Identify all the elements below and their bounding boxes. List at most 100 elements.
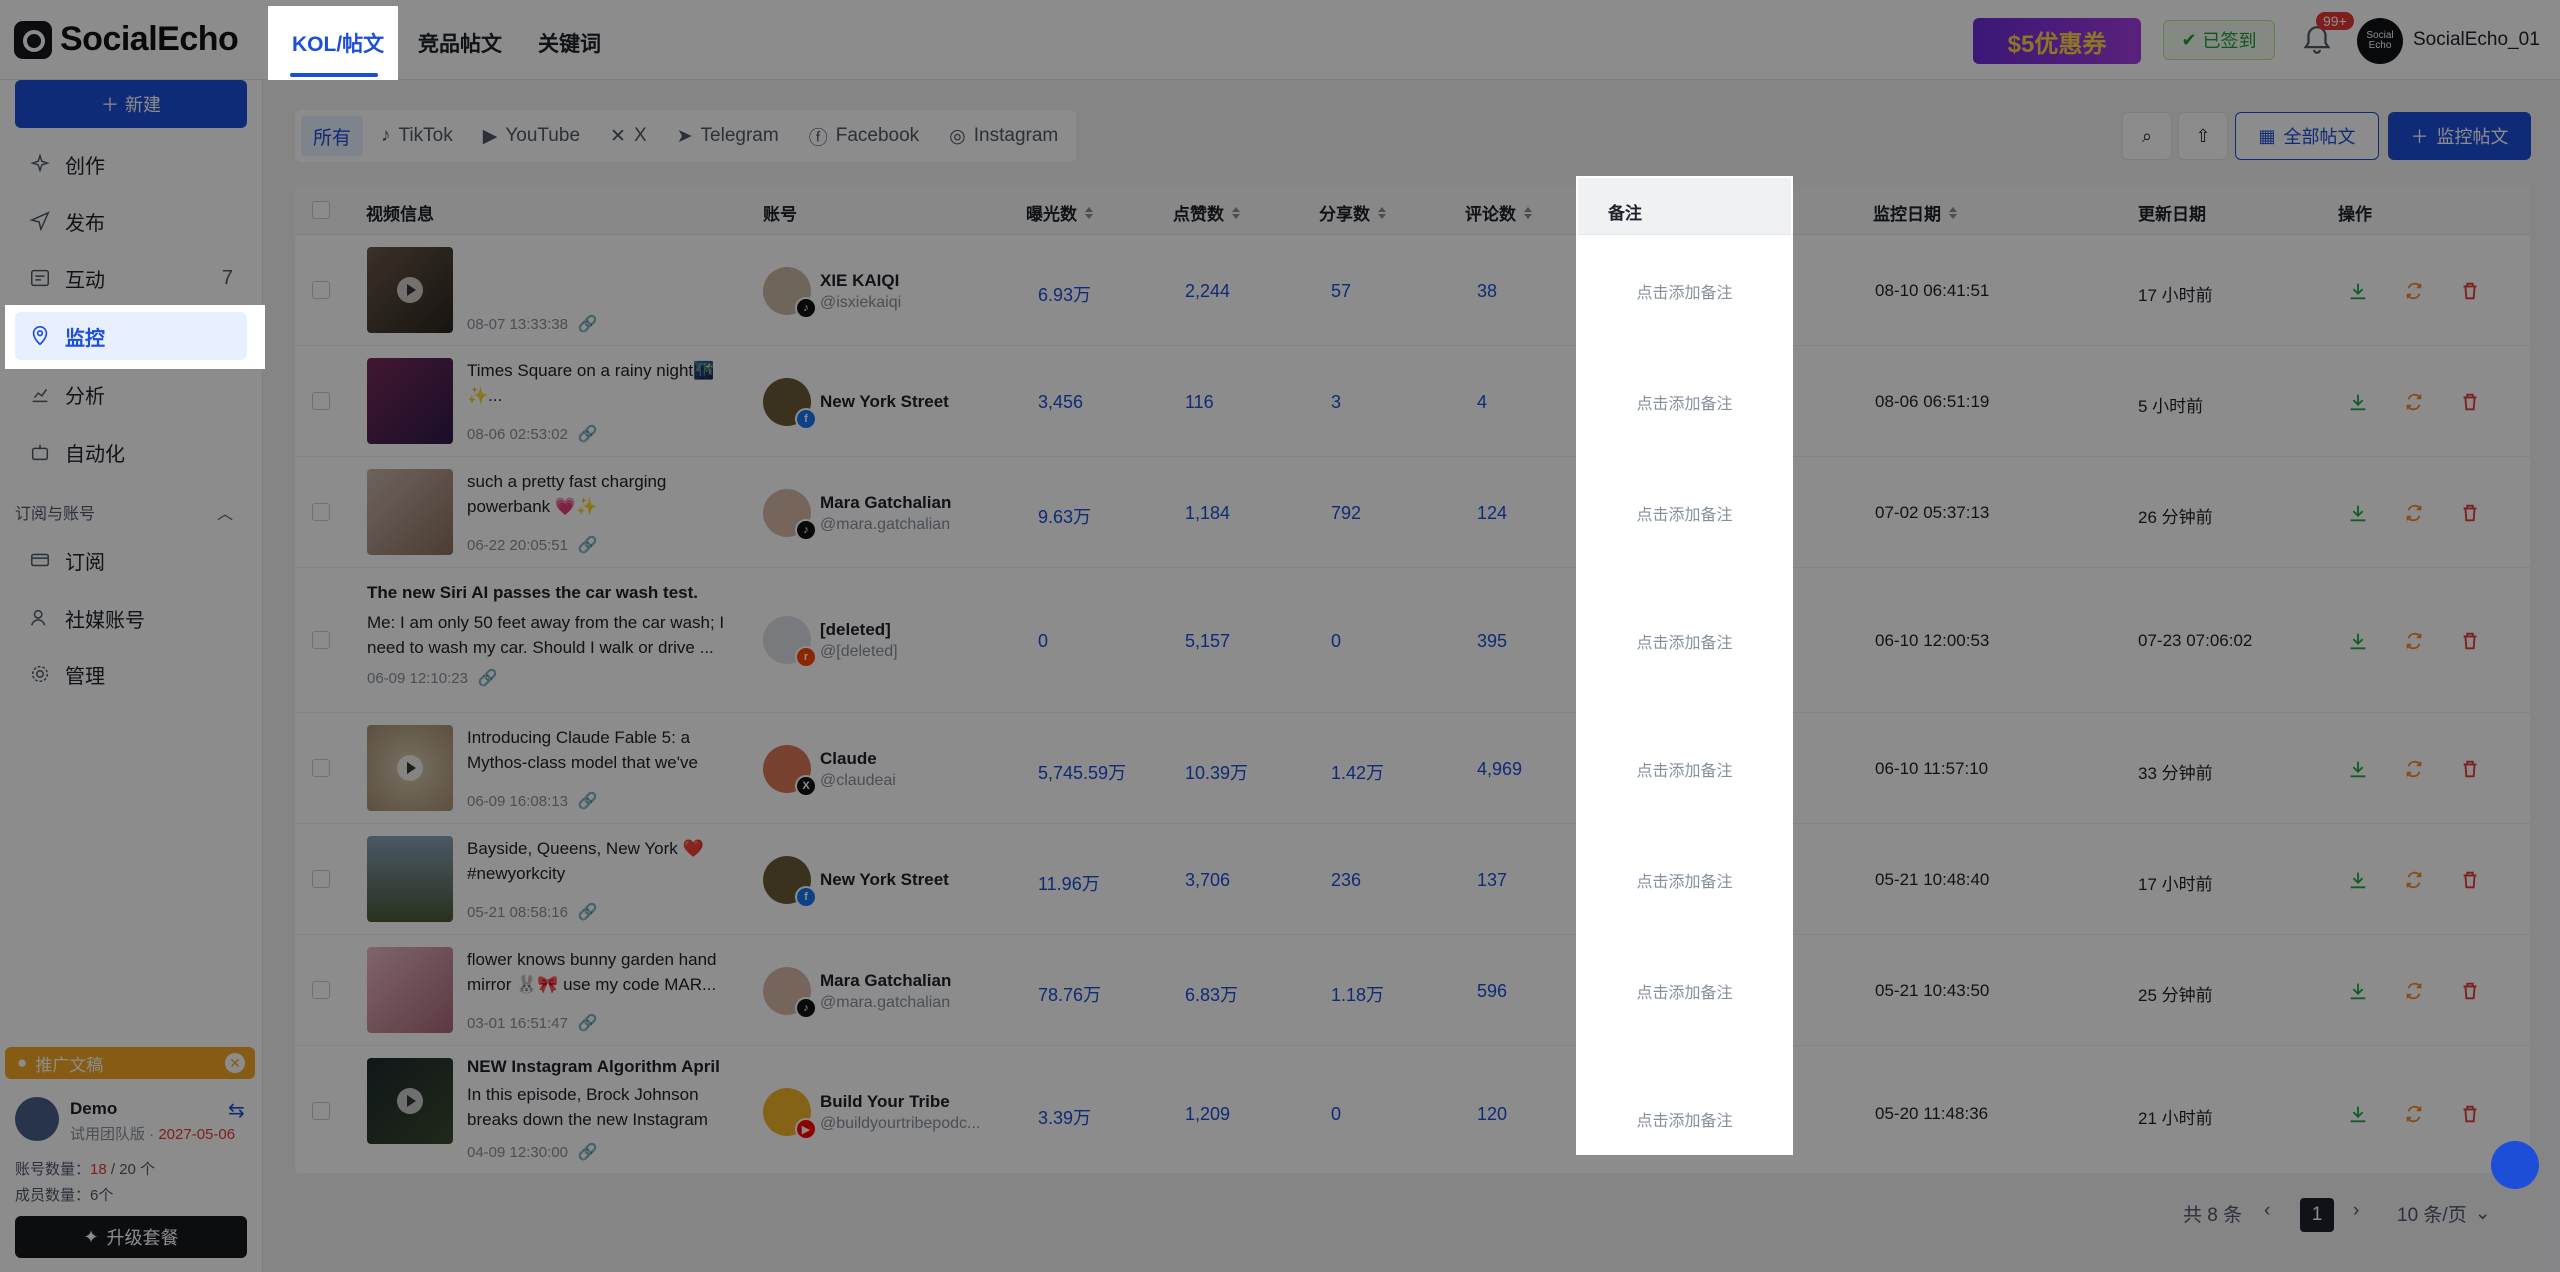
refresh-icon[interactable] — [2403, 280, 2425, 302]
delete-icon[interactable] — [2459, 502, 2481, 524]
delete-icon[interactable] — [2459, 630, 2481, 652]
link-icon[interactable]: 🔗 — [578, 314, 598, 334]
all-posts-button[interactable]: ▦ 全部帖文 — [2235, 112, 2379, 160]
video-thumbnail[interactable] — [367, 247, 453, 333]
account-name[interactable]: [deleted] — [820, 620, 891, 640]
add-note-cell[interactable]: 点击添加备注 — [1578, 1107, 1791, 1131]
coupon-banner[interactable]: $5优惠券 — [1973, 18, 2141, 64]
account-avatar[interactable] — [15, 1097, 59, 1141]
download-icon[interactable] — [2347, 758, 2369, 780]
col-views[interactable]: 曝光数 — [1026, 200, 1093, 225]
account-name[interactable]: Build Your Tribe — [820, 1092, 950, 1112]
support-chat-button[interactable] — [2491, 1141, 2539, 1189]
search-button[interactable]: ⌕ — [2122, 112, 2172, 160]
user-avatar[interactable]: Social Echo — [2357, 18, 2403, 64]
link-icon[interactable]: 🔗 — [578, 902, 598, 922]
delete-icon[interactable] — [2459, 980, 2481, 1002]
download-icon[interactable] — [2347, 869, 2369, 891]
app-logo[interactable]: SocialEcho — [14, 20, 239, 59]
post-title[interactable]: Introducing Claude Fable 5: a Mythos-cla… — [467, 725, 727, 775]
link-icon[interactable]: 🔗 — [578, 791, 598, 811]
video-thumbnail[interactable] — [367, 358, 453, 444]
col-comments[interactable]: 评论数 — [1465, 200, 1532, 225]
post-title[interactable]: flower knows bunny garden hand mirror 🐰🎀… — [467, 947, 727, 997]
row-checkbox[interactable] — [312, 503, 330, 521]
sidebar-item-subscription[interactable]: 订阅 — [15, 536, 247, 584]
monitor-post-button[interactable]: ＋ 监控帖文 — [2388, 112, 2531, 160]
sort-icon[interactable] — [1949, 206, 1957, 219]
row-checkbox[interactable] — [312, 1102, 330, 1120]
account-name[interactable]: New York Street — [820, 392, 949, 412]
new-button[interactable]: ＋ 新建 — [15, 80, 247, 128]
delete-icon[interactable] — [2459, 869, 2481, 891]
filter-x[interactable]: ✕ X — [598, 116, 659, 156]
sidebar-item-monitor-highlight[interactable]: 监控 — [15, 312, 247, 360]
delete-icon[interactable] — [2459, 1103, 2481, 1125]
tab-competitor-posts[interactable]: 竞品帖文 — [418, 28, 502, 58]
add-note-cell[interactable]: 点击添加备注 — [1578, 629, 1791, 653]
filter-tiktok[interactable]: ♪ TikTok — [369, 116, 465, 156]
account-name[interactable]: XIE KAIQI — [820, 271, 899, 291]
sidebar-item-analysis[interactable]: 分析 — [15, 370, 247, 418]
close-icon[interactable]: ✕ — [225, 1053, 245, 1073]
download-icon[interactable] — [2347, 391, 2369, 413]
page-number[interactable]: 1 — [2300, 1198, 2334, 1232]
section-subscription[interactable]: 订阅与账号 ︿ — [15, 500, 233, 524]
post-title[interactable]: Times Square on a rainy night🌃✨... — [467, 358, 727, 408]
tab-keywords[interactable]: 关键词 — [538, 28, 601, 58]
download-icon[interactable] — [2347, 280, 2369, 302]
export-button[interactable]: ⇧ — [2178, 112, 2228, 160]
video-thumbnail[interactable] — [367, 947, 453, 1033]
invite-banner[interactable]: ● 推广文稿 ✕ — [5, 1047, 255, 1079]
filter-youtube[interactable]: ▶ YouTube — [471, 116, 592, 156]
col-shares[interactable]: 分享数 — [1319, 200, 1386, 225]
account-name[interactable]: Claude — [820, 749, 877, 769]
link-icon[interactable]: 🔗 — [578, 1142, 598, 1162]
sidebar-item-manage[interactable]: 管理 — [15, 650, 247, 698]
account-name[interactable]: Mara Gatchalian — [820, 971, 951, 991]
filter-telegram[interactable]: ➤ Telegram — [665, 116, 791, 156]
next-page[interactable]: › — [2353, 1200, 2359, 1222]
sort-icon[interactable] — [1232, 206, 1240, 219]
delete-icon[interactable] — [2459, 391, 2481, 413]
link-icon[interactable]: 🔗 — [478, 668, 498, 688]
refresh-icon[interactable] — [2403, 391, 2425, 413]
account-name[interactable]: Mara Gatchalian — [820, 493, 951, 513]
video-thumbnail[interactable] — [367, 1058, 453, 1144]
download-icon[interactable] — [2347, 980, 2369, 1002]
refresh-icon[interactable] — [2403, 869, 2425, 891]
filter-instagram[interactable]: ◎ Instagram — [937, 116, 1070, 156]
row-checkbox[interactable] — [312, 281, 330, 299]
post-title[interactable]: The new Siri AI passes the car wash test… — [367, 580, 747, 606]
select-all-checkbox[interactable] — [312, 201, 330, 219]
link-icon[interactable]: 🔗 — [578, 535, 598, 555]
add-note-cell[interactable]: 点击添加备注 — [1578, 757, 1791, 781]
switch-account-icon[interactable]: ⇆ — [228, 1098, 245, 1123]
refresh-icon[interactable] — [2403, 502, 2425, 524]
filter-facebook[interactable]: ⓕ Facebook — [797, 116, 931, 156]
post-title[interactable]: such a pretty fast charging powerbank 💗✨… — [467, 469, 727, 519]
row-checkbox[interactable] — [312, 759, 330, 777]
page-size-select[interactable]: 10 条/页 ⌄ — [2397, 1200, 2509, 1227]
sidebar-item-automation[interactable]: 自动化 — [15, 428, 247, 476]
sort-icon[interactable] — [1524, 206, 1532, 219]
col-monitor-date[interactable]: 监控日期 — [1873, 200, 1957, 225]
video-thumbnail[interactable] — [367, 725, 453, 811]
video-thumbnail[interactable] — [367, 469, 453, 555]
col-likes[interactable]: 点赞数 — [1173, 200, 1240, 225]
row-checkbox[interactable] — [312, 631, 330, 649]
signed-in-badge[interactable]: ✔ 已签到 — [2163, 20, 2275, 60]
refresh-icon[interactable] — [2403, 758, 2425, 780]
download-icon[interactable] — [2347, 630, 2369, 652]
prev-page[interactable]: ‹ — [2264, 1200, 2270, 1222]
link-icon[interactable]: 🔗 — [578, 1013, 598, 1033]
add-note-cell[interactable]: 点击添加备注 — [1578, 279, 1791, 303]
add-note-cell[interactable]: 点击添加备注 — [1578, 390, 1791, 414]
sort-icon[interactable] — [1378, 206, 1386, 219]
sort-icon[interactable] — [1085, 206, 1093, 219]
account-name[interactable]: New York Street — [820, 870, 949, 890]
link-icon[interactable]: 🔗 — [578, 424, 598, 444]
download-icon[interactable] — [2347, 1103, 2369, 1125]
add-note-cell[interactable]: 点击添加备注 — [1578, 501, 1791, 525]
username[interactable]: SocialEcho_01 — [2413, 29, 2540, 51]
